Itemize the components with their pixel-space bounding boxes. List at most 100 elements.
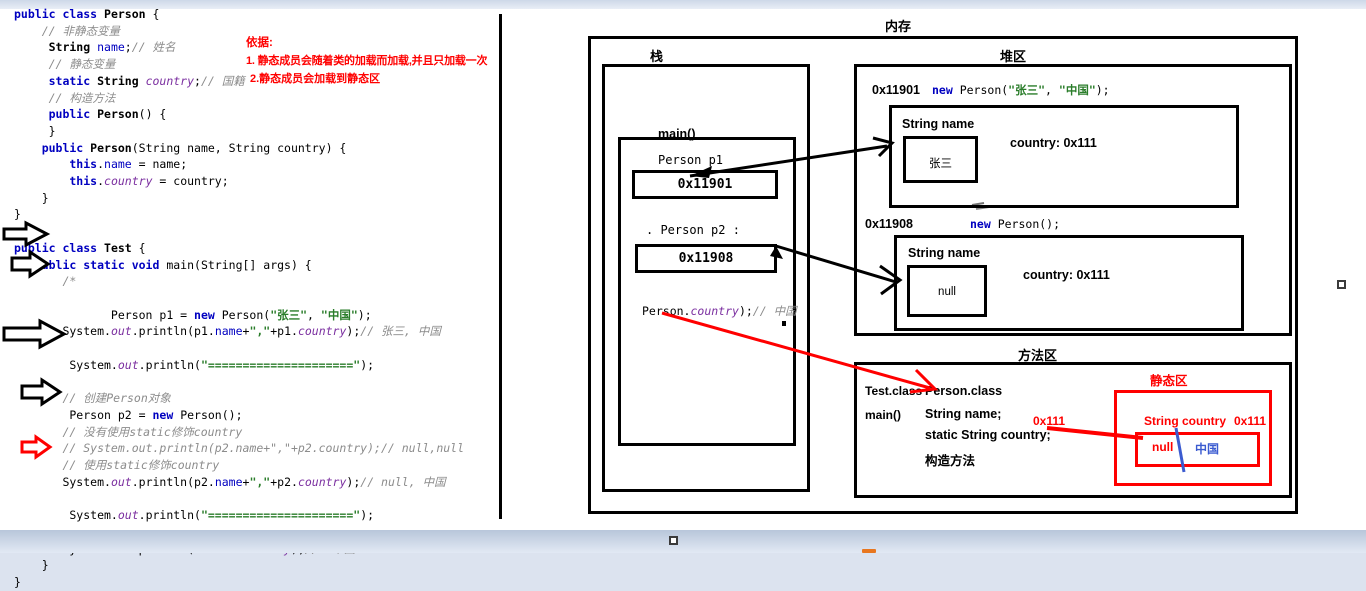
code-token: class [62, 7, 105, 21]
code-token: name [214, 324, 243, 339]
code-token: // System.out.println(p2.name+","+p2.cou… [14, 441, 465, 456]
code-token: country [145, 73, 195, 88]
code-token: System. [14, 474, 111, 489]
selection-handle-right[interactable] [1337, 280, 1346, 289]
code-line: // 创建Person对象 [14, 390, 494, 407]
code-token: "=====================" [200, 508, 361, 523]
code-token: .println(p1. [131, 324, 215, 339]
code-token: out [117, 357, 139, 372]
code-line: // System.out.println(p2.name+","+p2.cou… [14, 440, 494, 457]
heap-0-new-kw: new [932, 83, 960, 97]
code-token: country [297, 474, 347, 489]
code-token: class [62, 240, 105, 255]
slide-canvas: public class Person { // 非静态变量 String na… [0, 0, 1366, 589]
heap-object-0-field-value: 张三 [929, 158, 952, 170]
code-token: .println( [138, 357, 201, 372]
static-area-value-null: null [1152, 440, 1174, 454]
code-token: ); [360, 357, 375, 372]
code-token: ); [360, 508, 375, 523]
static-area-title: 静态区 [1150, 374, 1188, 388]
code-token: name [214, 474, 243, 489]
code-token: // 使用static修饰country [14, 457, 220, 472]
method-area-right-1: String name; [925, 407, 1002, 421]
code-line: // 构造方法 [14, 90, 494, 107]
code-token: Person(); [180, 407, 243, 422]
code-line: System.out.println(p1.name+","+p1.countr… [14, 323, 494, 340]
code-token: public [14, 140, 91, 155]
code-token: , [307, 307, 321, 322]
code-token: = name; [138, 157, 188, 172]
heap-object-0-country-field: country: 0x111 [1010, 136, 1097, 150]
code-token: static [14, 73, 98, 88]
code-token: = country; [159, 174, 229, 189]
stack-slot-0-value: 0x11901 [677, 177, 733, 192]
code-token: ; [194, 73, 201, 88]
code-token: String [14, 40, 98, 55]
code-token: Person p2 = [14, 407, 153, 422]
red-note-title: 依据: [246, 37, 273, 49]
heap-1-new-kw: new [970, 217, 998, 231]
code-line: } [14, 190, 494, 207]
code-token: { [145, 7, 160, 21]
code-line: } [14, 206, 494, 223]
code-token: out [117, 508, 139, 523]
code-token: /* [14, 274, 77, 289]
code-token: Person [104, 7, 146, 21]
code-token: country [297, 324, 347, 339]
panel-divider [499, 14, 502, 519]
code-token: // 姓名 [131, 40, 176, 55]
code-line: } [14, 557, 494, 574]
red-note-point-2: 2.静态成员会加载到静态区 [250, 73, 381, 85]
stack-slot-1-value: 0x11908 [678, 251, 734, 266]
heap-object-1-address: 0x11908 [865, 217, 913, 231]
code-token: // 没有使用static修饰country [14, 424, 243, 439]
code-token: out [110, 324, 132, 339]
heap-object-0-field-label: String name [902, 117, 975, 131]
code-token: "=====================" [200, 357, 361, 372]
snippet-part-3: ); [738, 304, 753, 318]
code-line: public Person() { [14, 106, 494, 123]
heap-object-0-address: 0x11901 [872, 83, 920, 97]
code-token: new [152, 407, 181, 422]
code-token: } [14, 190, 49, 205]
snippet-part-2: country [690, 304, 739, 318]
heap-1-expr-a: Person(); [997, 217, 1061, 231]
code-token: public [14, 240, 63, 255]
stack-slot-1-var: . Person p2 : [646, 223, 740, 237]
snippet-part-1: Person. [642, 304, 691, 318]
code-token: . [97, 174, 105, 189]
snippet-part-4: // 中国 [752, 304, 797, 318]
code-token: ); [357, 307, 372, 322]
code-token: // 张三, 中国 [360, 324, 441, 339]
code-token: Person p1 = [14, 307, 195, 322]
code-token: +p2. [270, 474, 298, 489]
code-token: // null, 中国 [360, 474, 446, 489]
code-token: "," [249, 474, 271, 489]
code-line: public class Person { [14, 6, 494, 23]
code-token: () { [138, 107, 167, 122]
stack-title: 栈 [650, 49, 664, 64]
selection-handle-bottom[interactable] [669, 536, 678, 545]
code-line: // 没有使用static修饰country [14, 424, 494, 441]
heap-object-1-field-label: String name [908, 246, 981, 260]
code-token: ; [124, 40, 132, 55]
code-line: } [14, 574, 494, 591]
heap-0-str-2: "中国" [1058, 83, 1096, 97]
code-token: "中国" [320, 307, 358, 322]
heap-0-expr-b: ); [1095, 83, 1110, 97]
code-token: } [14, 123, 56, 138]
code-token: String [97, 73, 146, 88]
code-line: System.out.println(p2.name+","+p2.countr… [14, 474, 494, 491]
code-token: this [14, 174, 98, 189]
code-token: public [14, 7, 63, 21]
orange-marker [862, 549, 876, 553]
code-token: // 国籍 [200, 73, 245, 88]
heap-title: 堆区 [1000, 49, 1027, 64]
stack-slot-0-var: Person p1 [658, 153, 724, 167]
code-line: /* [14, 273, 494, 290]
code-line: this.name = name; [14, 156, 494, 173]
method-area-right-0: Person.class [925, 384, 1003, 398]
